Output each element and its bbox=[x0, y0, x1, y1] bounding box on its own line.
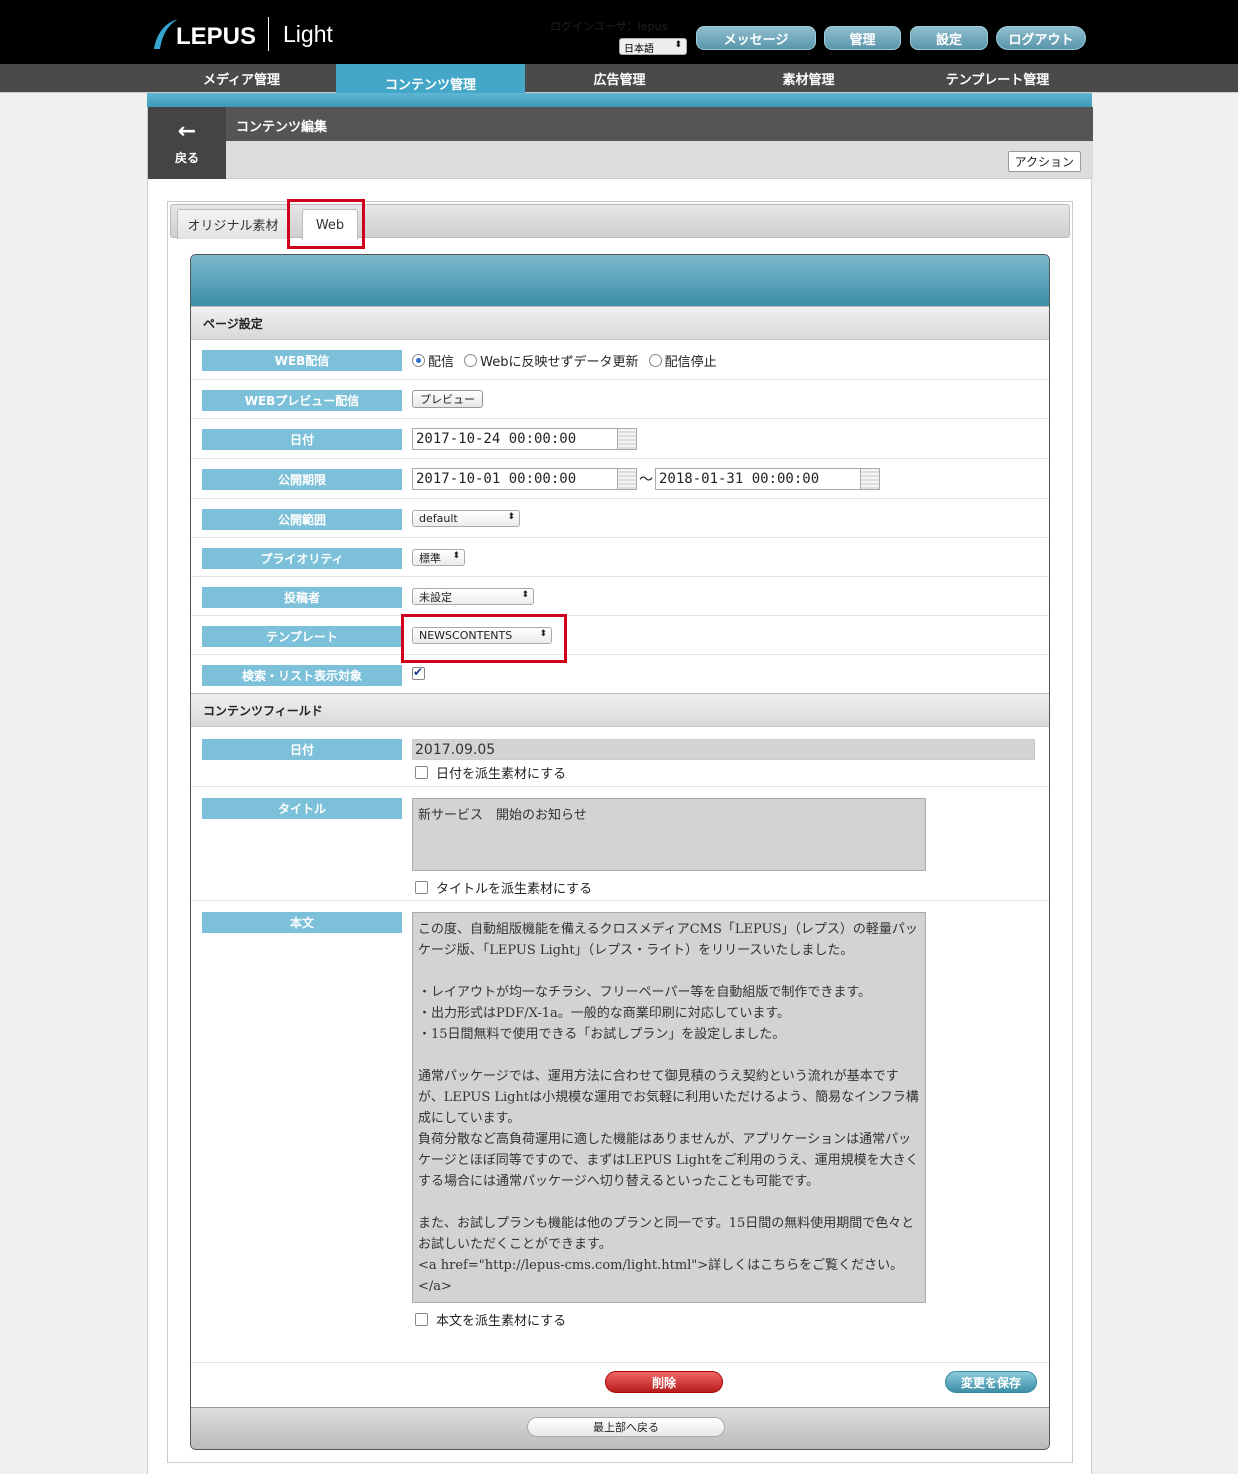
derive-date-label: 日付を派生素材にする bbox=[436, 767, 567, 782]
language-select[interactable]: 日本語 bbox=[619, 38, 687, 55]
back-button[interactable]: ← 戻る bbox=[148, 107, 226, 179]
logo-divider bbox=[268, 17, 270, 51]
section-page-settings: ページ設定 bbox=[191, 306, 1049, 340]
row-field-title: タイトル 新サービス 開始のお知らせ タイトルを派生素材にする bbox=[191, 787, 1049, 901]
tab-container: オリジナル素材 Web ページ設定 WEB配信 配信 Webに反映せずデータ更新… bbox=[167, 199, 1073, 1463]
derive-date-checkbox[interactable] bbox=[415, 766, 428, 779]
label-period: 公開期限 bbox=[202, 469, 402, 490]
row-priority: プライオリティ 標準 bbox=[191, 538, 1049, 577]
message-button[interactable]: メッセージ bbox=[696, 26, 816, 50]
field-title-textarea[interactable]: 新サービス 開始のお知らせ bbox=[412, 798, 926, 871]
label-priority: プライオリティ bbox=[202, 548, 402, 569]
radio-deliver-label: 配信 bbox=[428, 355, 455, 370]
login-info: ログインユーザ：lepus bbox=[550, 20, 668, 33]
row-period: 公開期限 2017-10-01 00:00:00 〜 2018-01-31 00… bbox=[191, 459, 1049, 499]
period-separator: 〜 bbox=[639, 472, 653, 488]
form-actions: 削除 変更を保存 bbox=[191, 1363, 1049, 1407]
derive-body-checkbox[interactable] bbox=[415, 1313, 428, 1326]
label-template: テンプレート bbox=[202, 626, 402, 647]
nav-materials[interactable]: 素材管理 bbox=[714, 64, 903, 93]
label-field-date: 日付 bbox=[202, 739, 402, 760]
panel-footer: 最上部へ戻る bbox=[191, 1407, 1049, 1449]
priority-select[interactable]: 標準 bbox=[412, 549, 465, 566]
lepus-swoosh-icon bbox=[150, 17, 180, 51]
field-date-input[interactable]: 2017.09.05 bbox=[412, 739, 1035, 760]
calendar-icon[interactable] bbox=[861, 468, 880, 490]
row-author: 投稿者 未設定 bbox=[191, 577, 1049, 616]
derive-title-label: タイトルを派生素材にする bbox=[436, 882, 593, 897]
product-name: Light bbox=[283, 20, 333, 47]
action-bar: アクション bbox=[226, 141, 1093, 179]
logo-text: LEPUS bbox=[176, 23, 257, 50]
main-content: コンテンツ編集 アクション ← 戻る オリジナル素材 Web ページ設定 WEB… bbox=[147, 107, 1093, 1474]
nav-ads[interactable]: 広告管理 bbox=[525, 64, 714, 93]
row-web-preview: WEBプレビュー配信 プレビュー bbox=[191, 380, 1049, 419]
admin-button[interactable]: 管理 bbox=[824, 26, 901, 50]
save-button[interactable]: 変更を保存 bbox=[945, 1371, 1037, 1393]
edit-panel: ページ設定 WEB配信 配信 Webに反映せずデータ更新 配信停止 WEBプレビ… bbox=[190, 254, 1050, 1450]
nav-templates[interactable]: テンプレート管理 bbox=[903, 64, 1092, 93]
label-scope: 公開範囲 bbox=[202, 509, 402, 530]
preview-button[interactable]: プレビュー bbox=[412, 390, 483, 408]
nav-accent-strip bbox=[147, 93, 1092, 107]
row-template: テンプレート NEWSCONTENTS bbox=[191, 616, 1049, 655]
row-field-date: 日付 2017.09.05 日付を派生素材にする bbox=[191, 727, 1049, 787]
field-body-textarea[interactable]: この度、自動組版機能を備えるクロスメディアCMS「LEPUS」（レプス）の軽量パ… bbox=[412, 912, 926, 1303]
highlight-web-tab bbox=[287, 199, 365, 249]
nav-media[interactable]: メディア管理 bbox=[147, 64, 336, 93]
scope-select[interactable]: default bbox=[412, 510, 520, 527]
back-to-top-button[interactable]: 最上部へ戻る bbox=[527, 1417, 725, 1437]
app-header: LEPUS Light ログインユーザ：lepus 日本語 メッセージ 管理 設… bbox=[0, 0, 1238, 64]
label-date: 日付 bbox=[202, 429, 402, 450]
row-date: 日付 2017-10-24 00:00:00 bbox=[191, 419, 1049, 459]
section-content-fields: コンテンツフィールド bbox=[191, 693, 1049, 727]
radio-off-icon bbox=[648, 354, 662, 367]
action-button[interactable]: アクション bbox=[1007, 151, 1081, 172]
row-web-delivery: WEB配信 配信 Webに反映せずデータ更新 配信停止 bbox=[191, 340, 1049, 380]
page-title: コンテンツ編集 bbox=[236, 120, 328, 135]
period-to-input[interactable]: 2018-01-31 00:00:00 bbox=[655, 468, 861, 490]
radio-deliver[interactable]: 配信 bbox=[412, 351, 454, 370]
row-searchable: 検索・リスト表示対象 bbox=[191, 655, 1049, 693]
radio-on-icon bbox=[412, 354, 425, 367]
radio-stop-label: 配信停止 bbox=[664, 355, 717, 370]
label-searchable: 検索・リスト表示対象 bbox=[202, 665, 402, 686]
nav-contents[interactable]: コンテンツ管理 bbox=[336, 64, 525, 94]
label-field-body: 本文 bbox=[202, 912, 402, 933]
label-author: 投稿者 bbox=[202, 587, 402, 608]
radio-update-only[interactable]: Webに反映せずデータ更新 bbox=[464, 351, 639, 370]
logout-button[interactable]: ログアウト bbox=[996, 26, 1086, 50]
date-input[interactable]: 2017-10-24 00:00:00 bbox=[412, 428, 618, 450]
label-web-preview: WEBプレビュー配信 bbox=[202, 390, 402, 411]
panel-header bbox=[191, 255, 1049, 306]
arrow-left-icon: ← bbox=[177, 118, 197, 144]
tab-original-material[interactable]: オリジナル素材 bbox=[177, 209, 289, 239]
derive-body-label: 本文を派生素材にする bbox=[436, 1314, 567, 1329]
row-field-body: 本文 この度、自動組版機能を備えるクロスメディアCMS「LEPUS」（レプス）の… bbox=[191, 901, 1049, 1363]
label-web-delivery: WEB配信 bbox=[202, 350, 402, 371]
derive-title-checkbox[interactable] bbox=[415, 881, 428, 894]
settings-button[interactable]: 設定 bbox=[910, 26, 988, 50]
back-label: 戻る bbox=[174, 150, 199, 165]
radio-update-only-label: Webに反映せずデータ更新 bbox=[480, 355, 639, 370]
radio-off-icon bbox=[464, 354, 478, 367]
main-nav: メディア管理 コンテンツ管理 広告管理 素材管理 テンプレート管理 bbox=[0, 64, 1238, 94]
row-scope: 公開範囲 default bbox=[191, 499, 1049, 538]
calendar-icon[interactable] bbox=[618, 468, 637, 490]
searchable-checkbox[interactable] bbox=[412, 665, 425, 680]
radio-stop[interactable]: 配信停止 bbox=[648, 351, 717, 370]
calendar-icon[interactable] bbox=[618, 428, 637, 450]
label-field-title: タイトル bbox=[202, 798, 402, 819]
title-bar: コンテンツ編集 bbox=[148, 107, 1093, 141]
author-select[interactable]: 未設定 bbox=[412, 588, 534, 605]
delete-button[interactable]: 削除 bbox=[605, 1371, 723, 1393]
lepus-logo[interactable]: LEPUS Light bbox=[150, 14, 333, 54]
period-from-input[interactable]: 2017-10-01 00:00:00 bbox=[412, 468, 618, 490]
